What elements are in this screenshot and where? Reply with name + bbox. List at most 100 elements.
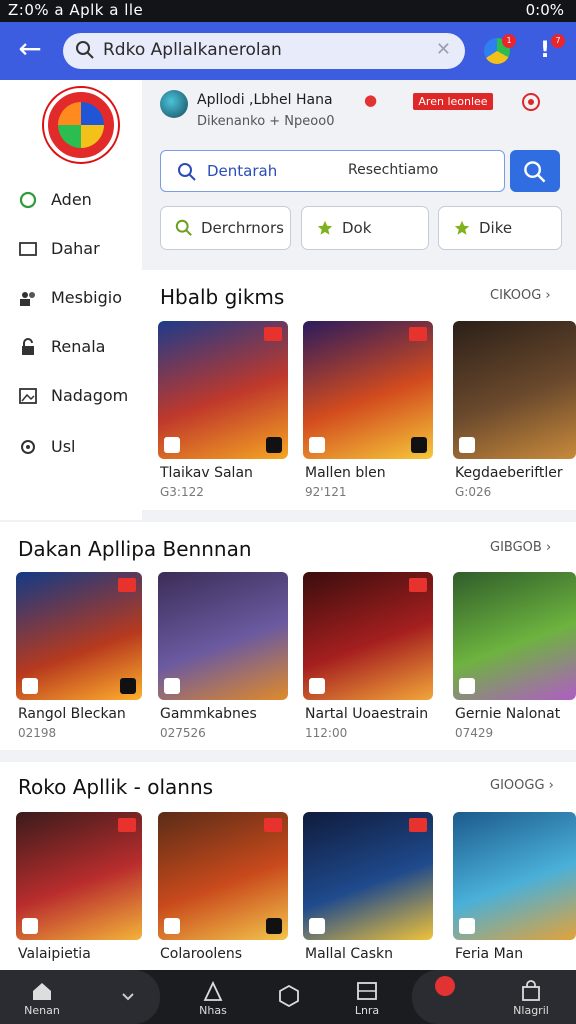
app-logo (44, 88, 118, 162)
game-card[interactable]: Nartal Uoaestrain 112:00 (303, 572, 433, 758)
game-thumbnail (303, 572, 433, 700)
game-card[interactable]: Tlaikav Salan G3:122 (158, 321, 288, 507)
game-card[interactable]: Gammkabnes 027526 (158, 572, 288, 758)
chevron-down-icon (122, 993, 134, 1001)
nav-item-grid[interactable]: Lnra (342, 970, 392, 1024)
bag-icon (522, 980, 540, 1001)
live-button[interactable]: Aren leonlee (413, 93, 493, 110)
sidebar-item-label: Mesbigio (51, 288, 122, 307)
section-title: Roko Apllik - olanns (18, 775, 214, 799)
nav-item-notify[interactable] (430, 970, 460, 1024)
status-right: 0:0% (525, 1, 564, 19)
nav-item-hexagon[interactable] (266, 970, 312, 1024)
users-icon (20, 292, 35, 306)
alert-badge: 7 (551, 34, 565, 48)
game-card[interactable]: Kegdaeberiftler G:026 (453, 321, 576, 507)
sidebar-item-4[interactable]: Nadagom (18, 382, 142, 412)
section-more-link[interactable]: CIKOOG › (490, 288, 551, 303)
star-icon (317, 220, 333, 235)
game-thumbnail (158, 321, 288, 459)
game-card[interactable]: Rangol Bleckan 02198 (16, 572, 142, 758)
search-field[interactable]: Dentarah (207, 162, 277, 180)
search-button[interactable] (510, 150, 560, 192)
sidebar-item-label: Renala (51, 337, 106, 356)
star-icon (454, 220, 470, 235)
game-name: Kegdaeberiftler (455, 465, 563, 481)
hexagon-icon (279, 985, 299, 1007)
sidebar-item-1[interactable]: Dahar (18, 235, 142, 265)
nav-item-bag[interactable]: Nlagril (500, 970, 562, 1024)
image-icon (19, 388, 37, 404)
sidebar-item-2[interactable]: Mesbigio (18, 284, 142, 314)
nav-item-home[interactable]: Nenan (14, 970, 70, 1024)
game-count: 92'121 (305, 485, 347, 499)
search-icon (76, 41, 94, 59)
game-name: Rangol Bleckan (18, 706, 126, 722)
game-name: Colaroolens (160, 946, 243, 962)
search-box[interactable]: Dentarah Resechtiamo (160, 150, 505, 192)
search-icon (524, 161, 546, 183)
sidebar-item-0[interactable]: Aden (18, 186, 142, 216)
message-icon (19, 242, 37, 256)
game-card[interactable]: Gernie Nalonat 07429 (453, 572, 576, 758)
search-bar[interactable]: Rdko Apllalkanerolan ✕ (63, 33, 465, 69)
clear-icon[interactable]: ✕ (436, 39, 451, 60)
profile-name: Apllodi ,Lbhel Hana (197, 92, 333, 108)
game-thumbnail (453, 572, 576, 700)
chip-2[interactable]: Dike (438, 206, 562, 250)
search-icon (175, 219, 192, 236)
lock-icon (22, 338, 34, 355)
game-card[interactable]: Mallen blen 92'121 (303, 321, 433, 507)
sidebar-item-5[interactable]: Usl (18, 433, 142, 463)
game-count: G3:122 (160, 485, 204, 499)
section-title: Hbalb gikms (160, 285, 285, 309)
sidebar-item-3[interactable]: Renala (18, 333, 142, 363)
game-thumbnail (158, 572, 288, 700)
game-thumbnail (16, 812, 142, 940)
sidebar-item-label: Usl (51, 437, 76, 456)
sidebar-item-label: Aden (51, 190, 92, 209)
game-thumbnail (158, 812, 288, 940)
game-count: 02198 (18, 726, 57, 740)
bottom-nav: Nenan Nhas Lnra Nlagril (0, 970, 576, 1024)
status-bar: Z:0% a Aplk a lle 0:0% (0, 0, 576, 22)
game-name: Feria Man (455, 946, 524, 962)
search-icon (178, 163, 196, 181)
game-count: 07429 (455, 726, 494, 740)
record-icon[interactable] (522, 93, 540, 111)
settings-icon (21, 440, 35, 454)
avatar[interactable] (160, 90, 188, 118)
notification-badge: 1 (502, 34, 516, 48)
game-thumbnail (453, 812, 576, 940)
game-name: Nartal Uoaestrain (305, 706, 429, 722)
pin-icon[interactable]: ● (364, 91, 382, 109)
section-title: Dakan Apllipa Bennnan (18, 537, 252, 561)
tent-icon (203, 980, 223, 1001)
game-name: Tlaikav Salan (160, 465, 253, 481)
section-more-link[interactable]: GIOOGG › (490, 778, 554, 793)
back-arrow-icon[interactable]: ← (14, 34, 46, 66)
section-more-link[interactable]: GIBGOB › (490, 540, 551, 555)
game-name: Gernie Nalonat (455, 706, 561, 722)
chip-1[interactable]: Dok (301, 206, 429, 250)
game-count: 027526 (160, 726, 206, 740)
grid-icon (357, 982, 377, 1000)
nav-item-expand[interactable] (108, 970, 148, 1024)
notification-icon (435, 976, 455, 996)
game-thumbnail (303, 321, 433, 459)
game-thumbnail (453, 321, 576, 459)
nav-item-tent[interactable]: Nhas (188, 970, 238, 1024)
game-thumbnail (16, 572, 142, 700)
alert-icon[interactable]: ! (540, 38, 550, 63)
game-name: Valaipietia (18, 946, 91, 962)
profile-subtitle: Dikenanko + Npeoo0 (197, 114, 335, 129)
game-thumbnail (303, 812, 433, 940)
game-name: Mallal Caskn (305, 946, 393, 962)
sidebar-item-label: Dahar (51, 239, 100, 258)
search-filter[interactable]: Resechtiamo (348, 162, 438, 178)
home-icon (33, 983, 51, 1000)
game-count: 112:00 (305, 726, 348, 740)
search-input[interactable]: Rdko Apllalkanerolan (103, 40, 282, 60)
chip-0[interactable]: Derchrnors (160, 206, 291, 250)
game-name: Gammkabnes (160, 706, 257, 722)
